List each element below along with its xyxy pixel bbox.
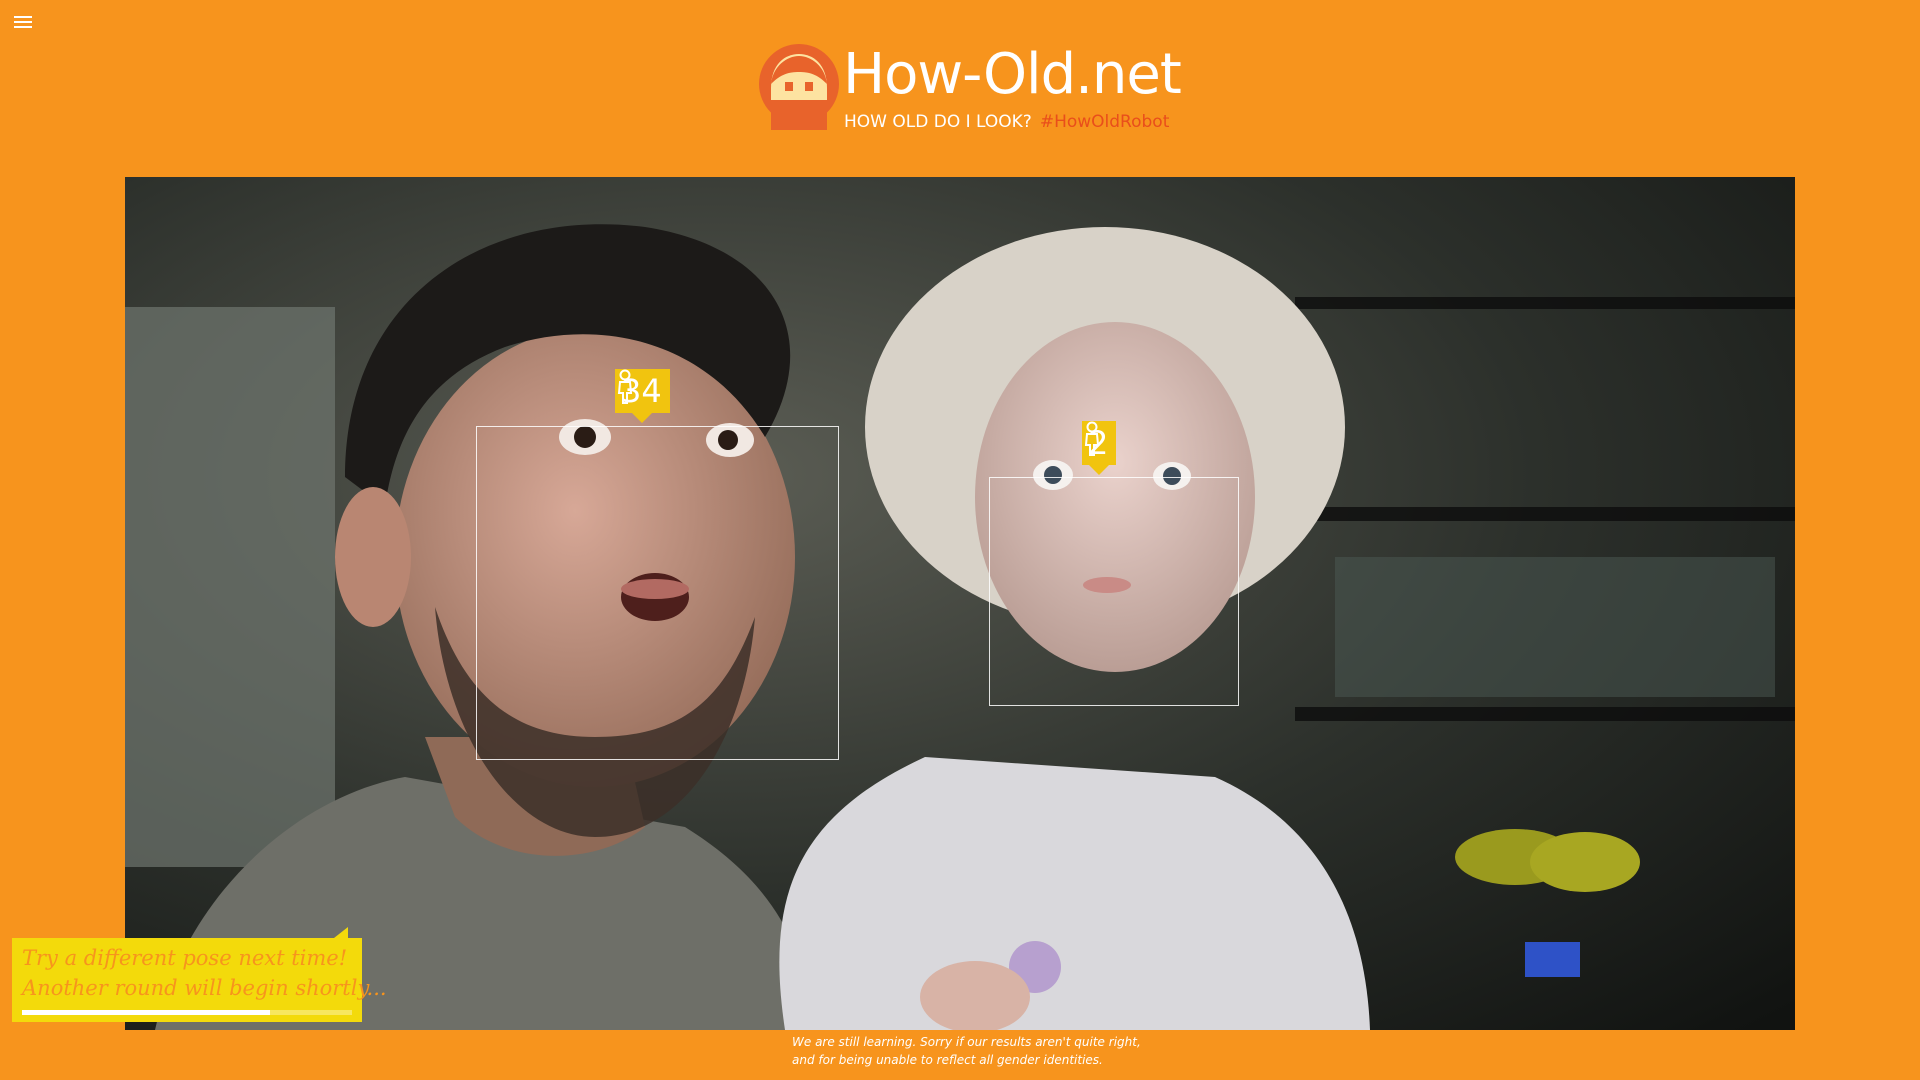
tagline-question: HOW OLD DO I LOOK?: [844, 112, 1032, 132]
age-tag: 2: [1082, 421, 1117, 475]
countdown-progress-fill: [22, 1010, 270, 1015]
robot-face-logo-icon: [757, 44, 841, 134]
disclaimer-line-1: We are still learning. Sorry if our resu…: [792, 1035, 1141, 1049]
face-detection-box: [476, 426, 839, 760]
age-tag: 34: [615, 369, 670, 423]
uploaded-photo: 34 2: [125, 177, 1795, 1030]
notification-line-1: Try a different pose next time!: [22, 946, 348, 970]
hamburger-menu-icon[interactable]: [14, 16, 32, 28]
tagline: HOW OLD DO I LOOK? #HowOldRobot: [844, 111, 1169, 133]
result-notification: Try a different pose next time! Another …: [12, 927, 387, 1022]
photo-illustration: [125, 177, 1795, 1030]
person-icon: [1084, 421, 1100, 456]
disclaimer-line-2: and for being unable to reflect all gend…: [792, 1053, 1103, 1067]
face-detection-box: [989, 477, 1239, 706]
disclaimer: We are still learning. Sorry if our resu…: [792, 1033, 1252, 1069]
notification-line-2: Another round will begin shortly...: [22, 976, 387, 1000]
site-title: How-Old.net: [843, 42, 1182, 107]
person-icon: [617, 369, 633, 404]
hashtag-link[interactable]: #HowOldRobot: [1040, 112, 1170, 132]
countdown-progress-bar: [22, 1010, 352, 1015]
